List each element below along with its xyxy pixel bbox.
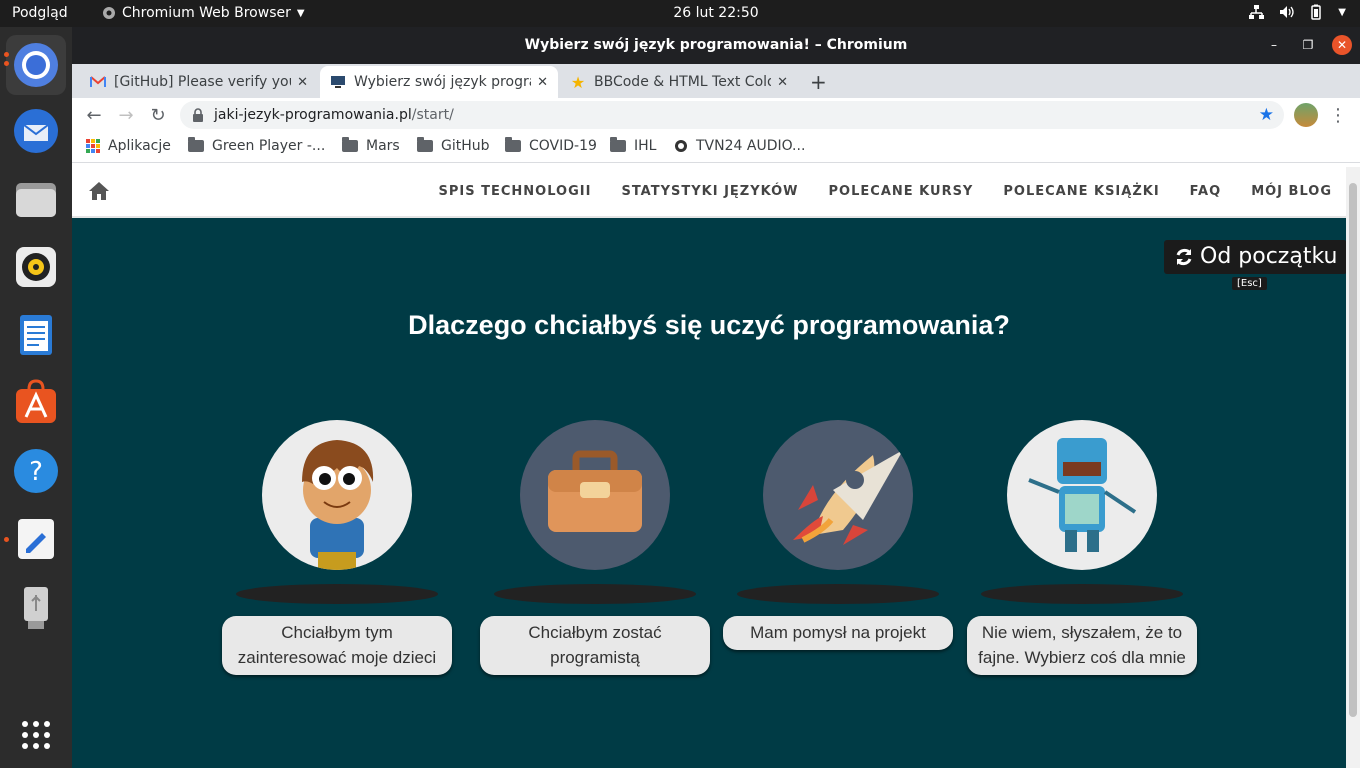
bookmark-star-icon[interactable]: ★	[1259, 101, 1274, 129]
browser-window: Wybierz swój język programowania! – Chro…	[72, 27, 1360, 768]
profile-avatar[interactable]	[1294, 103, 1318, 127]
window-title: Wybierz swój język programowania! – Chro…	[524, 37, 908, 53]
bookmark-label: GitHub	[441, 138, 490, 154]
close-icon[interactable]: ✕	[777, 75, 788, 90]
folder-icon	[505, 137, 521, 152]
folder-icon	[342, 137, 358, 152]
page-content: SPIS TECHNOLOGII STATYSTYKI JĘZYKÓW POLE…	[72, 167, 1346, 768]
software-center-icon[interactable]	[12, 379, 60, 427]
gmail-icon	[90, 74, 106, 90]
thunderbird-icon[interactable]	[12, 107, 60, 155]
network-icon	[1249, 5, 1265, 19]
nav-item-courses[interactable]: POLECANE KURSY	[829, 184, 974, 199]
close-icon[interactable]: ✕	[1332, 35, 1352, 55]
files-icon[interactable]	[12, 175, 60, 223]
libreoffice-writer-icon[interactable]	[12, 311, 60, 359]
bookmark-folder[interactable]: Mars	[342, 137, 400, 154]
new-tab-button[interactable]: +	[810, 70, 827, 94]
tab-github[interactable]: [GitHub] Please verify you ✕	[80, 66, 318, 98]
tab-title: BBCode & HTML Text Colo	[594, 74, 772, 90]
robot-illustration	[1007, 420, 1157, 570]
nav-item-statistics[interactable]: STATYSTYKI JĘZYKÓW	[621, 184, 798, 199]
bookmark-label: Green Player -...	[212, 138, 326, 154]
bookmark-label: TVN24 AUDIO...	[696, 138, 806, 154]
folder-icon	[610, 137, 626, 152]
lock-icon	[193, 108, 203, 122]
dock: ?	[0, 27, 72, 768]
restart-label: Od początku	[1200, 244, 1338, 269]
restart-button[interactable]: Od początku	[1164, 240, 1346, 274]
tab-bbcode[interactable]: ★ BBCode & HTML Text Colo ✕	[560, 66, 798, 98]
nav-item-blog[interactable]: MÓJ BLOG	[1251, 184, 1332, 199]
bookmark-tvn24[interactable]: TVN24 AUDIO...	[674, 138, 805, 154]
forward-button[interactable]: →	[114, 103, 138, 127]
folder-icon	[417, 137, 433, 152]
boy-illustration	[262, 420, 412, 570]
answer-option-label: Chciałbym zostać programistą	[480, 616, 710, 675]
answer-option-label: Chciałbym tym zainteresować moje dzieci	[222, 616, 452, 675]
tab-title: [GitHub] Please verify you	[114, 74, 292, 90]
help-icon[interactable]: ?	[12, 447, 60, 495]
system-tray[interactable]: ▼	[1248, 4, 1346, 20]
url-domain: jaki-jezyk-programowania.pl	[214, 107, 412, 123]
reload-button[interactable]: ↻	[146, 103, 170, 127]
esc-tooltip: [Esc]	[1232, 277, 1267, 290]
back-button[interactable]: ←	[82, 103, 106, 127]
rocket-illustration	[763, 420, 913, 570]
menu-icon[interactable]: ⋮	[1326, 103, 1350, 127]
text-editor-icon[interactable]	[12, 515, 60, 563]
folder-icon	[188, 137, 204, 152]
svg-text:?: ?	[29, 457, 43, 487]
app-grid-icon[interactable]	[12, 711, 60, 759]
close-icon[interactable]: ✕	[297, 75, 308, 90]
title-bar[interactable]: Wybierz swój język programowania! – Chro…	[72, 27, 1360, 64]
page-scrollbar[interactable]	[1346, 167, 1360, 768]
bookmark-folder[interactable]: COVID-19	[505, 137, 597, 154]
tab-active[interactable]: Wybierz swój język progra ✕	[320, 66, 558, 98]
apps-grid-icon	[86, 139, 100, 153]
top-bar: Podgląd Chromium Web Browser ▼ 26 lut 22…	[0, 0, 1360, 27]
url-path: /start/	[411, 107, 454, 123]
battery-icon	[1311, 4, 1322, 20]
chromium-icon[interactable]	[6, 35, 66, 95]
nav-item-faq[interactable]: FAQ	[1190, 184, 1222, 199]
bookmark-folder[interactable]: IHL	[610, 137, 657, 154]
usb-drive-icon[interactable]	[12, 583, 60, 631]
clock[interactable]: 26 lut 22:50	[0, 5, 1360, 21]
bookmark-label: Aplikacje	[108, 138, 171, 154]
bookmark-folder[interactable]: GitHub	[417, 137, 490, 154]
rhythmbox-icon[interactable]	[12, 243, 60, 291]
nav-item-technologies[interactable]: SPIS TECHNOLOGII	[439, 184, 592, 199]
chevron-down-icon: ▼	[1338, 6, 1346, 18]
answer-option-label: Mam pomysł na projekt	[723, 616, 953, 650]
question-heading: Dlaczego chciałbyś się uczyć programowan…	[408, 310, 1010, 340]
address-bar[interactable]: jaki-jezyk-programowania.pl/start/ ★	[180, 101, 1284, 129]
monitor-icon	[330, 74, 346, 90]
nav-item-books[interactable]: POLECANE KSIĄŻKI	[1003, 184, 1159, 199]
briefcase-illustration	[520, 420, 670, 570]
answer-option-label: Nie wiem, słyszałem, że to fajne. Wybier…	[967, 616, 1197, 675]
site-navbar: SPIS TECHNOLOGII STATYSTYKI JĘZYKÓW POLE…	[72, 167, 1346, 218]
bookmark-apps[interactable]: Aplikacje	[86, 138, 171, 154]
star-icon: ★	[570, 72, 586, 92]
refresh-icon	[1176, 248, 1192, 266]
bookmark-label: Mars	[366, 138, 400, 154]
bookmark-folder[interactable]: Green Player -...	[188, 137, 326, 154]
tab-strip: [GitHub] Please verify you ✕ Wybierz swó…	[72, 64, 1360, 98]
tvn24-icon	[675, 140, 687, 152]
bookmarks-bar: Aplikacje Green Player -... Mars GitHub …	[72, 132, 1360, 163]
bookmark-label: COVID-19	[529, 138, 597, 154]
toolbar: ← → ↻ jaki-jezyk-programowania.pl/start/…	[72, 98, 1360, 132]
tab-title: Wybierz swój język progra	[354, 74, 532, 90]
minimize-icon[interactable]: –	[1264, 35, 1284, 55]
close-icon[interactable]: ✕	[537, 75, 548, 90]
maximize-icon[interactable]: ❐	[1298, 35, 1318, 55]
volume-icon	[1280, 6, 1294, 18]
bookmark-label: IHL	[634, 138, 657, 154]
home-icon[interactable]	[88, 181, 110, 201]
